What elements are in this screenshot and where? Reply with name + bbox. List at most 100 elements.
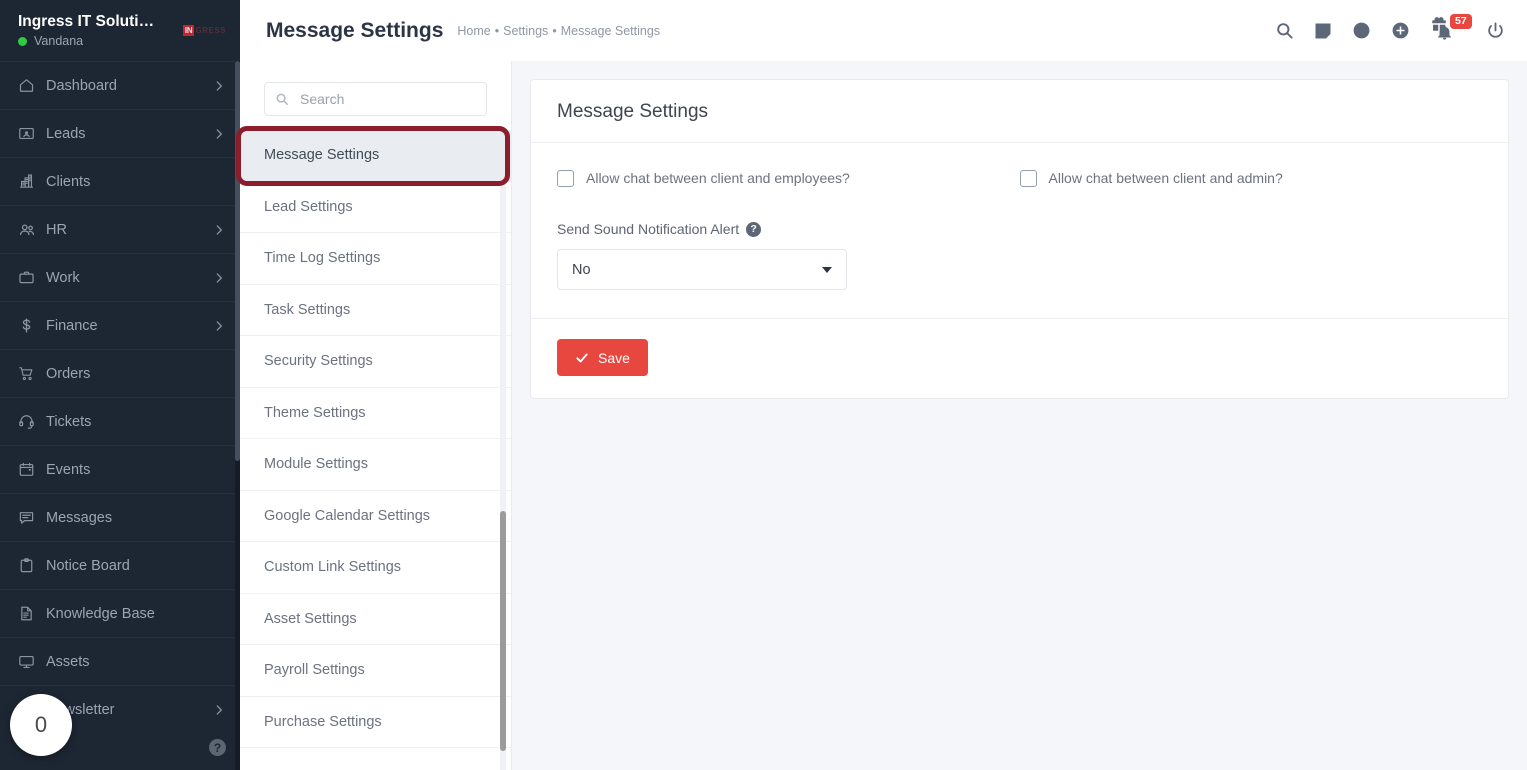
sidebar-item-clients[interactable]: Clients: [0, 157, 240, 205]
settings-item-label: Task Settings: [264, 301, 351, 318]
save-button[interactable]: Save: [557, 339, 648, 376]
settings-item-label: Lead Settings: [264, 198, 353, 215]
settings-search-wrap: [240, 61, 511, 130]
sidebar-item-events[interactable]: Events: [0, 445, 240, 493]
checkbox-client-employees[interactable]: Allow chat between client and employees?: [557, 169, 1000, 187]
sidebar-item-label: Notice Board: [46, 557, 130, 574]
breadcrumb-item[interactable]: Message Settings: [561, 24, 660, 38]
people-icon: [18, 221, 46, 239]
settings-item-label: Time Log Settings: [264, 250, 381, 267]
search-input[interactable]: [298, 90, 476, 108]
notification-badge: 57: [1450, 13, 1472, 29]
sidebar-item-hr[interactable]: HR: [0, 205, 240, 253]
checkbox-client-admin[interactable]: Allow chat between client and admin?: [1019, 169, 1463, 187]
sidebar-item-notice-board[interactable]: Notice Board: [0, 541, 240, 589]
sidebar-item-leads[interactable]: Leads: [0, 109, 240, 157]
briefcase-icon: [18, 269, 46, 286]
settings-item-label: Module Settings: [264, 456, 368, 473]
settings-list-scrollbar[interactable]: [500, 184, 506, 770]
search-icon-small: [276, 93, 289, 106]
main-content: Message Settings Allow chat between clie…: [512, 61, 1527, 770]
chevron-right-icon: [212, 79, 226, 93]
chat-icon: [18, 509, 46, 526]
settings-item-theme-settings[interactable]: Theme Settings: [240, 387, 511, 439]
sound-notification-select[interactable]: No: [557, 249, 847, 290]
settings-item-module-settings[interactable]: Module Settings: [240, 439, 511, 491]
online-status-dot: [18, 36, 27, 46]
settings-item-label: Asset Settings: [264, 610, 357, 627]
checkbox-col-left: Allow chat between client and employees?: [557, 169, 1020, 187]
help-circle-icon[interactable]: ?: [746, 221, 762, 237]
sidebar-item-orders[interactable]: Orders: [0, 349, 240, 397]
settings-item-custom-link-settings[interactable]: Custom Link Settings: [240, 542, 511, 594]
sidebar-item-label: Messages: [46, 509, 113, 526]
document-icon: [18, 605, 46, 622]
search-icon[interactable]: [1275, 21, 1294, 40]
settings-item-label: Google Calendar Settings: [264, 507, 431, 524]
contact-card-icon: [18, 125, 46, 142]
clock-icon[interactable]: [1352, 21, 1371, 40]
sidebar-item-label: Assets: [46, 653, 90, 670]
settings-item-payroll-settings[interactable]: Payroll Settings: [240, 645, 511, 697]
power-icon[interactable]: [1486, 21, 1505, 40]
card-header: Message Settings: [531, 80, 1508, 143]
headset-icon: [18, 413, 46, 430]
plus-circle-icon[interactable]: [1391, 21, 1410, 40]
sidebar-item-label: Orders: [46, 365, 91, 382]
settings-item-task-settings[interactable]: Task Settings: [240, 284, 511, 336]
sidebar-item-tickets[interactable]: Tickets: [0, 397, 240, 445]
help-icon[interactable]: ?: [209, 739, 226, 756]
sidebar-item-knowledge-base[interactable]: Knowledge Base: [0, 589, 240, 637]
settings-item-google-calendar-settings[interactable]: Google Calendar Settings: [240, 490, 511, 542]
settings-list-scrollbar-thumb[interactable]: [500, 511, 506, 751]
chevron-right-icon: [212, 703, 226, 717]
topbar: Message Settings Home • Settings • Message S…: [240, 0, 1527, 61]
breadcrumb-item[interactable]: Settings: [503, 24, 548, 38]
chevron-right-icon: [212, 319, 226, 333]
user-status: Vandana: [18, 34, 177, 49]
notifications-button[interactable]: 57: [1430, 13, 1472, 45]
user-name: Vandana: [34, 33, 84, 48]
chat-widget-badge[interactable]: 0: [10, 694, 72, 756]
sidebar-item-dashboard[interactable]: Dashboard: [0, 61, 240, 109]
sidebar-brand[interactable]: Ingress IT Soluti… Vandana IN GRESS: [0, 0, 240, 61]
settings-list-panel: Message Settings Lead Settings Time Log Se…: [240, 61, 512, 770]
settings-item-label: Payroll Settings: [264, 662, 365, 679]
settings-item-time-log-settings[interactable]: Time Log Settings: [240, 233, 511, 285]
sidebar-item-label: HR: [46, 221, 67, 238]
chevron-right-icon: [212, 271, 226, 285]
checkbox-client-employees-label: Allow chat between client and employees?: [586, 170, 850, 186]
sidebar-item-label: Leads: [46, 125, 86, 142]
settings-item-purchase-settings[interactable]: Purchase Settings: [240, 696, 511, 748]
monitor-icon: [18, 653, 46, 670]
sidebar-item-label: Knowledge Base: [46, 605, 155, 622]
search-box[interactable]: [264, 82, 487, 116]
save-button-label: Save: [598, 349, 630, 366]
settings-item-label: Message Settings: [264, 147, 380, 164]
breadcrumb-item[interactable]: Home: [457, 24, 490, 38]
sound-notification-value: No: [572, 261, 591, 278]
breadcrumb-separator: •: [552, 23, 557, 38]
sidebar-item-finance[interactable]: Finance: [0, 301, 240, 349]
card-footer: Save: [531, 318, 1508, 398]
company-logo: IN GRESS: [182, 25, 226, 36]
message-settings-card: Message Settings Allow chat between clie…: [530, 79, 1509, 399]
settings-item-security-settings[interactable]: Security Settings: [240, 336, 511, 388]
app-root: Ingress IT Soluti… Vandana IN GRESS Dashb…: [0, 0, 1527, 770]
sidebar-item-work[interactable]: Work: [0, 253, 240, 301]
settings-list: Message Settings Lead Settings Time Log Se…: [240, 130, 511, 748]
settings-item-asset-settings[interactable]: Asset Settings: [240, 593, 511, 645]
sidebar-item-label: Dashboard: [46, 77, 117, 94]
settings-item-lead-settings[interactable]: Lead Settings: [240, 181, 511, 233]
cart-icon: [18, 365, 46, 382]
settings-item-message-settings[interactable]: Message Settings: [240, 130, 511, 182]
check-icon: [576, 353, 588, 362]
chevron-right-icon: [212, 127, 226, 141]
home-icon: [18, 77, 46, 94]
checkbox-client-employees-box[interactable]: [557, 170, 574, 187]
checkbox-client-admin-box[interactable]: [1019, 170, 1037, 187]
note-icon[interactable]: [1314, 22, 1332, 40]
calendar-icon: [18, 461, 46, 478]
sidebar-item-messages[interactable]: Messages: [0, 493, 240, 541]
sidebar-item-assets[interactable]: Assets: [0, 637, 240, 685]
